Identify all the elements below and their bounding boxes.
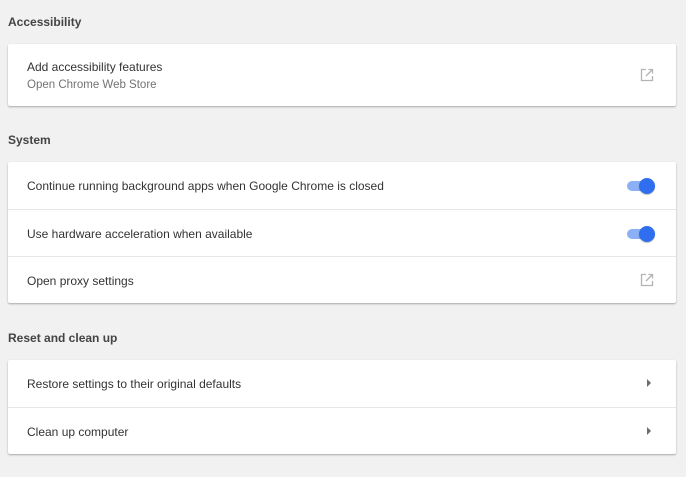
- section-title-accessibility: Accessibility: [8, 15, 82, 29]
- open-in-new-icon[interactable]: [640, 68, 654, 82]
- hardware-acceleration-row[interactable]: Use hardware acceleration when available: [8, 209, 676, 256]
- add-accessibility-features-label: Add accessibility features: [27, 60, 163, 74]
- restore-settings-label: Restore settings to their original defau…: [27, 377, 242, 391]
- background-apps-label: Continue running background apps when Go…: [27, 179, 384, 193]
- section-title-reset: Reset and clean up: [8, 331, 118, 345]
- clean-up-computer-row[interactable]: Clean up computer: [8, 407, 676, 454]
- section-title-system: System: [8, 133, 51, 147]
- background-apps-toggle[interactable]: [625, 178, 655, 194]
- add-accessibility-features-row[interactable]: Add accessibility features Open Chrome W…: [8, 44, 676, 106]
- accessibility-card: Add accessibility features Open Chrome W…: [8, 44, 676, 106]
- background-apps-row[interactable]: Continue running background apps when Go…: [8, 162, 676, 209]
- clean-up-computer-label: Clean up computer: [27, 425, 129, 439]
- hardware-acceleration-toggle[interactable]: [625, 226, 655, 242]
- system-card: Continue running background apps when Go…: [8, 162, 676, 303]
- open-in-new-icon[interactable]: [640, 273, 654, 287]
- hardware-acceleration-label: Use hardware acceleration when available: [27, 227, 253, 241]
- open-proxy-settings-row[interactable]: Open proxy settings: [8, 256, 676, 303]
- open-web-store-sublabel: Open Chrome Web Store: [27, 79, 157, 91]
- reset-card: Restore settings to their original defau…: [8, 360, 676, 454]
- arrow-right-icon[interactable]: [647, 379, 651, 387]
- arrow-right-icon[interactable]: [647, 427, 651, 435]
- open-proxy-settings-label: Open proxy settings: [27, 274, 134, 288]
- toggle-knob: [639, 178, 655, 194]
- restore-settings-row[interactable]: Restore settings to their original defau…: [8, 360, 676, 407]
- toggle-knob: [639, 226, 655, 242]
